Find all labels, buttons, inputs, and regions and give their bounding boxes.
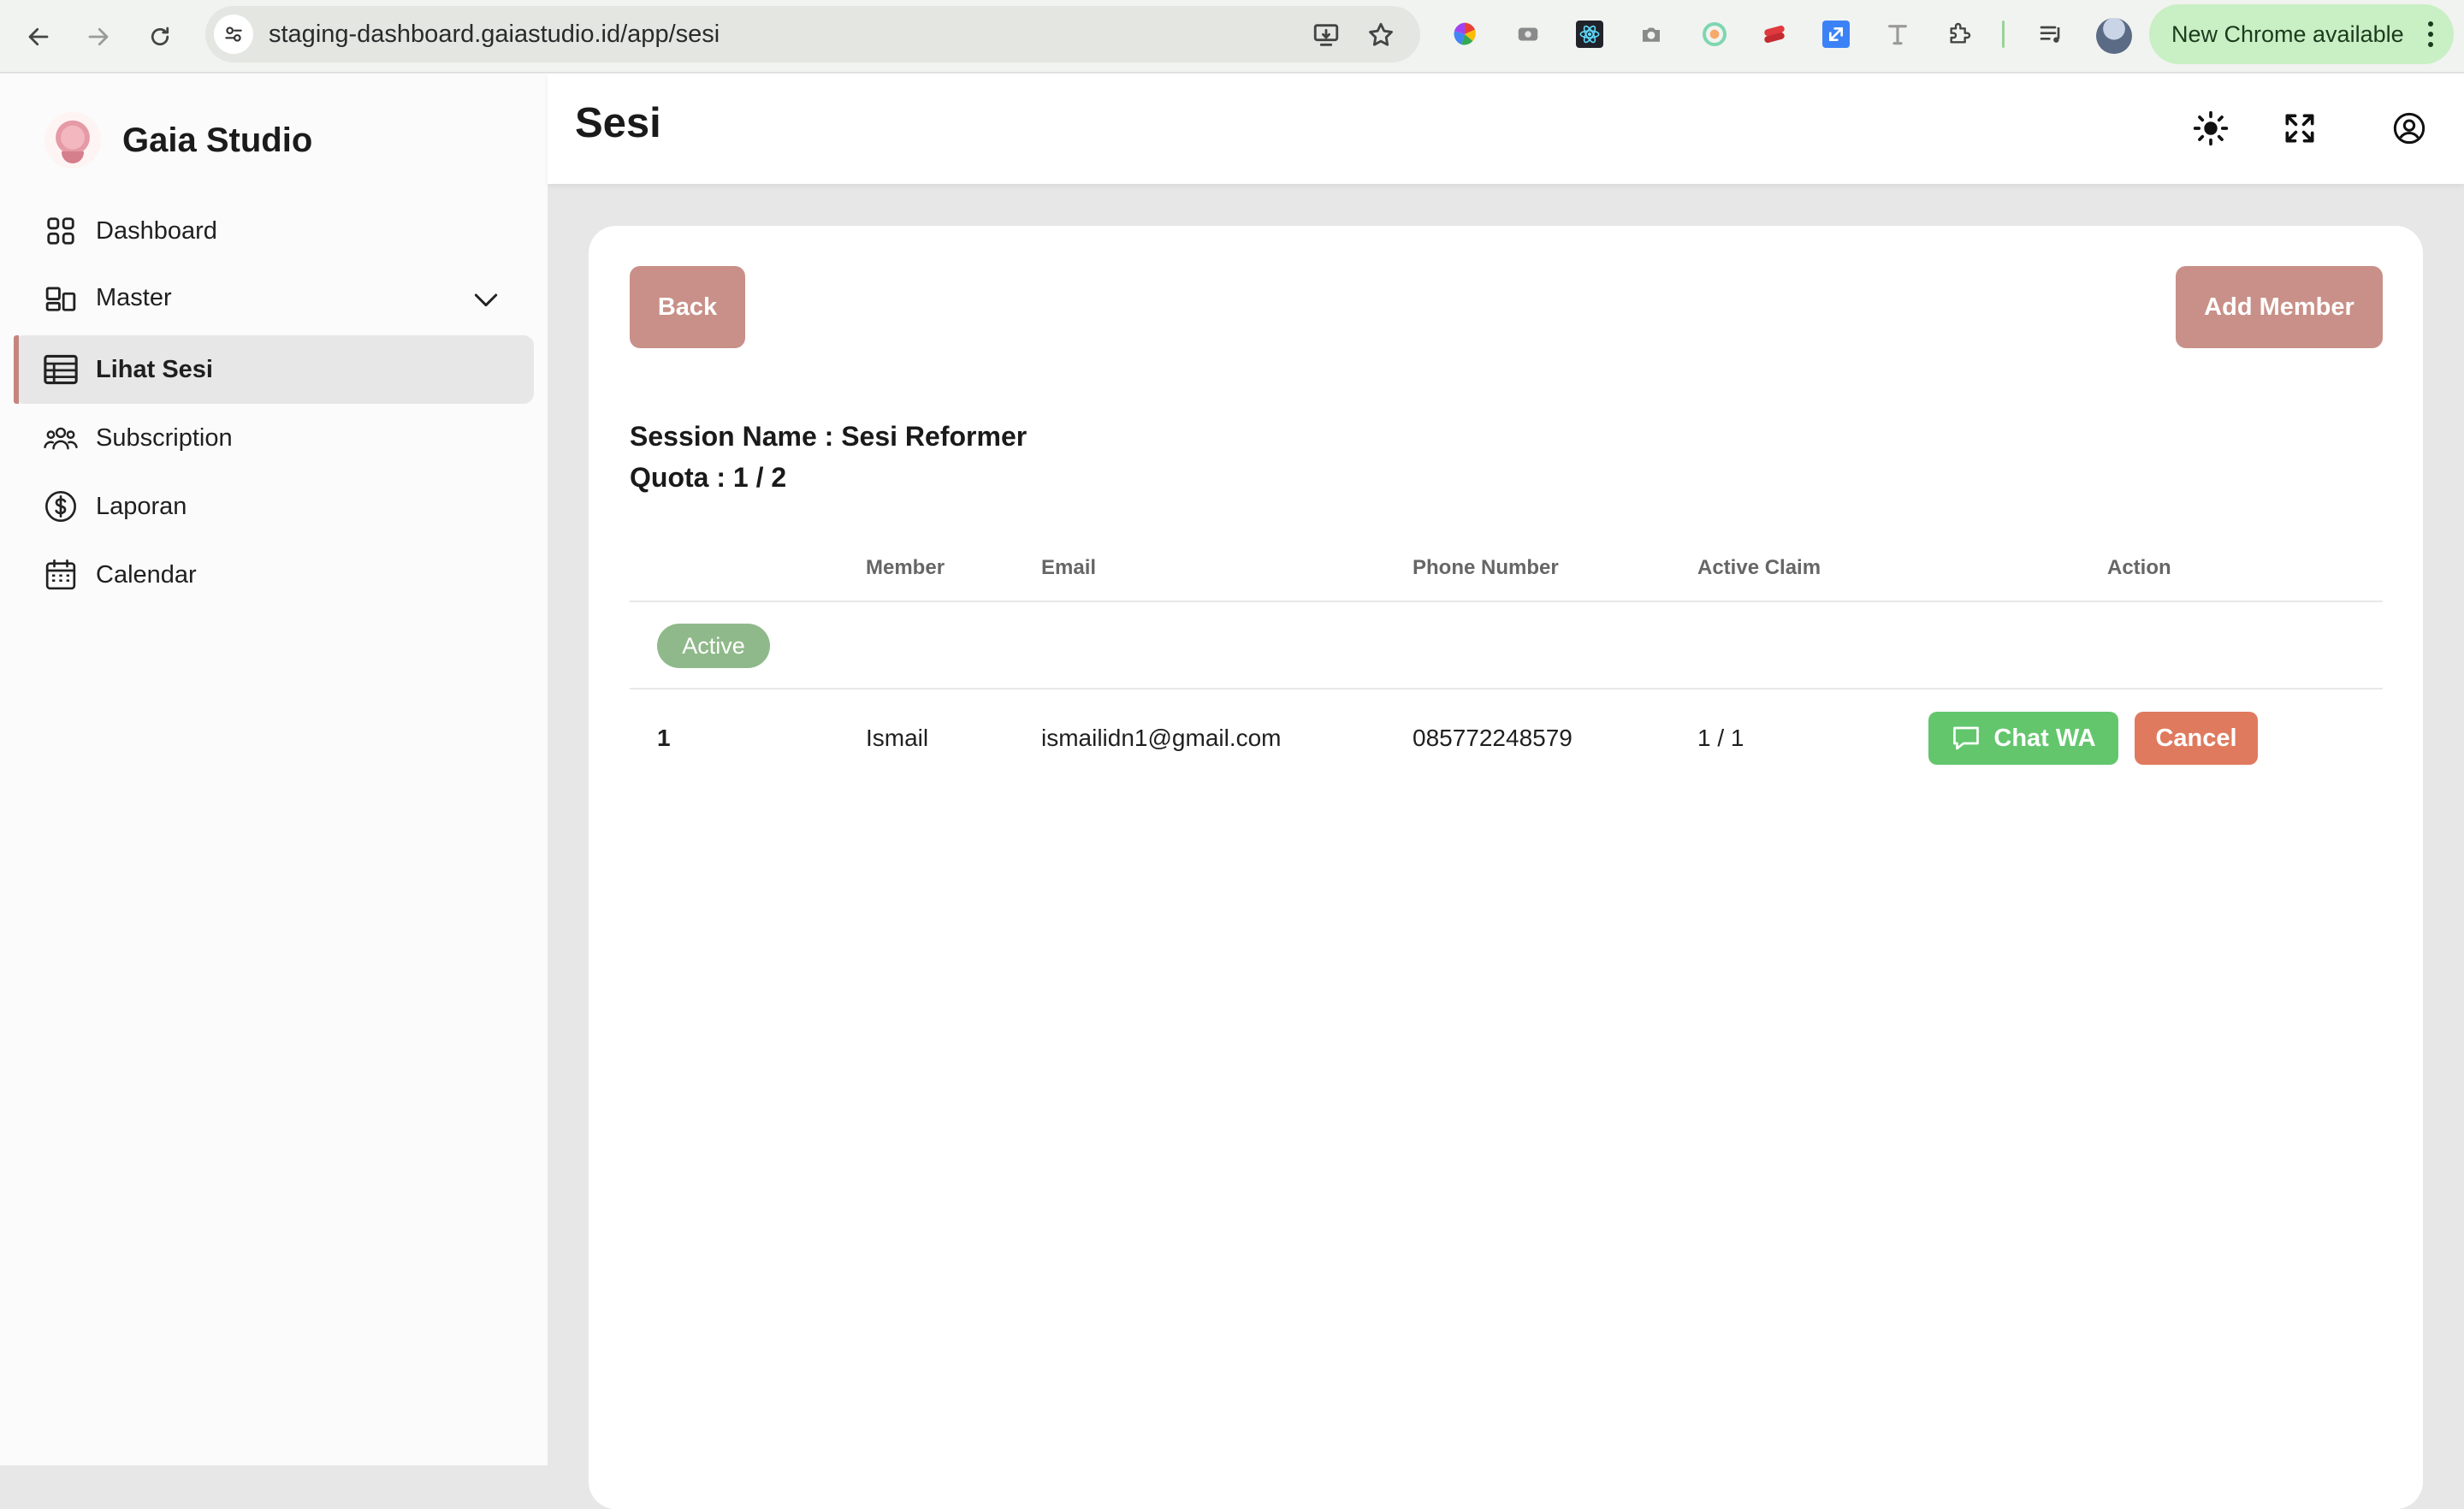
- row-number: 1: [657, 725, 671, 751]
- column-header-phone: Phone Number: [1413, 556, 1559, 579]
- add-member-button[interactable]: Add Member: [2176, 266, 2383, 348]
- status-badge: Active: [657, 624, 770, 668]
- brand-logo: [44, 112, 101, 169]
- sidebar-item-laporan[interactable]: Laporan: [14, 472, 534, 541]
- bookmark-star-icon[interactable]: [1364, 18, 1398, 52]
- sidebar-item-subscription[interactable]: Subscription: [14, 404, 534, 472]
- more-options-icon[interactable]: [2428, 21, 2433, 47]
- reload-icon[interactable]: [139, 15, 181, 58]
- install-app-icon[interactable]: [1309, 18, 1343, 52]
- table-row: 1 Ismail ismailidn1@gmail.com 0857722485…: [630, 689, 2383, 787]
- grid-icon: [43, 213, 79, 249]
- toolbar-divider: [2002, 21, 2005, 48]
- status-group-row: Active: [630, 602, 2383, 689]
- sidebar-item-calendar[interactable]: Calendar: [14, 541, 534, 609]
- resize-extension-icon[interactable]: [1819, 17, 1853, 51]
- back-button[interactable]: Back: [630, 266, 745, 348]
- sidebar-item-label: Lihat Sesi: [96, 355, 213, 383]
- camera-extension-icon[interactable]: [1511, 17, 1545, 51]
- back-arrow-icon[interactable]: [17, 15, 60, 58]
- url-text[interactable]: staging-dashboard.gaiastudio.id/app/sesi: [269, 6, 720, 62]
- session-info: Session Name : Sesi Reformer Quota : 1 /…: [630, 416, 1027, 498]
- color-wheel-extension-icon[interactable]: [1448, 17, 1482, 51]
- column-header-active-claim: Active Claim: [1697, 556, 1821, 579]
- sidebar: Gaia Studio Dashboard Master Lihat Sesi …: [0, 74, 548, 1465]
- member-active-claim: 1 / 1: [1697, 725, 1744, 751]
- member-email: ismailidn1@gmail.com: [1041, 725, 1282, 751]
- chrome-update-button[interactable]: New Chrome available: [2149, 4, 2454, 64]
- chat-bubble-icon: [1953, 726, 1980, 750]
- calendar-icon: [43, 557, 79, 593]
- sidebar-item-lihat-sesi[interactable]: Lihat Sesi: [14, 335, 534, 404]
- screenshot-extension-icon[interactable]: [1634, 17, 1668, 51]
- profile-avatar[interactable]: [2096, 18, 2132, 54]
- browser-toolbar: staging-dashboard.gaiastudio.id/app/sesi: [0, 0, 2464, 73]
- users-icon: [43, 420, 79, 456]
- chat-wa-button[interactable]: Chat WA: [1928, 712, 2118, 765]
- cancel-button[interactable]: Cancel: [2135, 712, 2258, 765]
- sidebar-item-label: Laporan: [96, 492, 187, 520]
- chrome-update-label: New Chrome available: [2171, 21, 2404, 47]
- table-header: Member Email Phone Number Active Claim A…: [630, 534, 2383, 602]
- sidebar-item-label: Dashboard: [96, 216, 217, 245]
- column-header-action: Action: [2107, 556, 2171, 579]
- sidebar-item-label: Calendar: [96, 560, 197, 589]
- react-devtools-icon[interactable]: [1573, 17, 1607, 51]
- font-extension-icon[interactable]: [1881, 17, 1915, 51]
- table-icon: [43, 352, 79, 388]
- session-name: Session Name : Sesi Reformer: [630, 421, 1028, 452]
- members-table: Member Email Phone Number Active Claim A…: [630, 534, 2383, 787]
- sidebar-item-label: Subscription: [96, 423, 233, 452]
- dollar-icon: [43, 488, 79, 524]
- page-title: Sesi: [575, 100, 661, 146]
- fullscreen-icon[interactable]: [2279, 108, 2320, 149]
- column-header-member: Member: [866, 556, 945, 579]
- red-extension-icon[interactable]: [1757, 17, 1792, 51]
- forward-arrow-icon[interactable]: [77, 15, 120, 58]
- sidebar-item-label: Master: [96, 283, 172, 311]
- brand-name: Gaia Studio: [122, 121, 313, 159]
- sidebar-item-dashboard[interactable]: Dashboard: [14, 197, 534, 265]
- member-name: Ismail: [866, 725, 929, 751]
- chat-wa-label: Chat WA: [1993, 724, 2096, 752]
- brand[interactable]: Gaia Studio: [44, 106, 312, 175]
- member-phone: 085772248579: [1413, 725, 1573, 751]
- extensions-puzzle-icon[interactable]: [1942, 17, 1976, 51]
- media-queue-icon[interactable]: [2035, 17, 2069, 51]
- address-bar[interactable]: staging-dashboard.gaiastudio.id/app/sesi: [205, 6, 1420, 62]
- session-quota: Quota : 1 / 2: [630, 462, 787, 493]
- top-header: Sesi: [548, 74, 2464, 184]
- sidebar-item-master[interactable]: Master: [14, 263, 534, 332]
- session-card: Back Add Member Session Name : Sesi Refo…: [589, 226, 2423, 1509]
- site-settings-icon[interactable]: [214, 15, 253, 54]
- user-icon[interactable]: [2389, 108, 2430, 149]
- chevron-down-icon[interactable]: [469, 282, 503, 317]
- column-header-email: Email: [1041, 556, 1097, 579]
- layout-icon: [43, 280, 79, 316]
- sun-icon[interactable]: [2190, 108, 2231, 149]
- circle-extension-icon[interactable]: [1697, 17, 1732, 51]
